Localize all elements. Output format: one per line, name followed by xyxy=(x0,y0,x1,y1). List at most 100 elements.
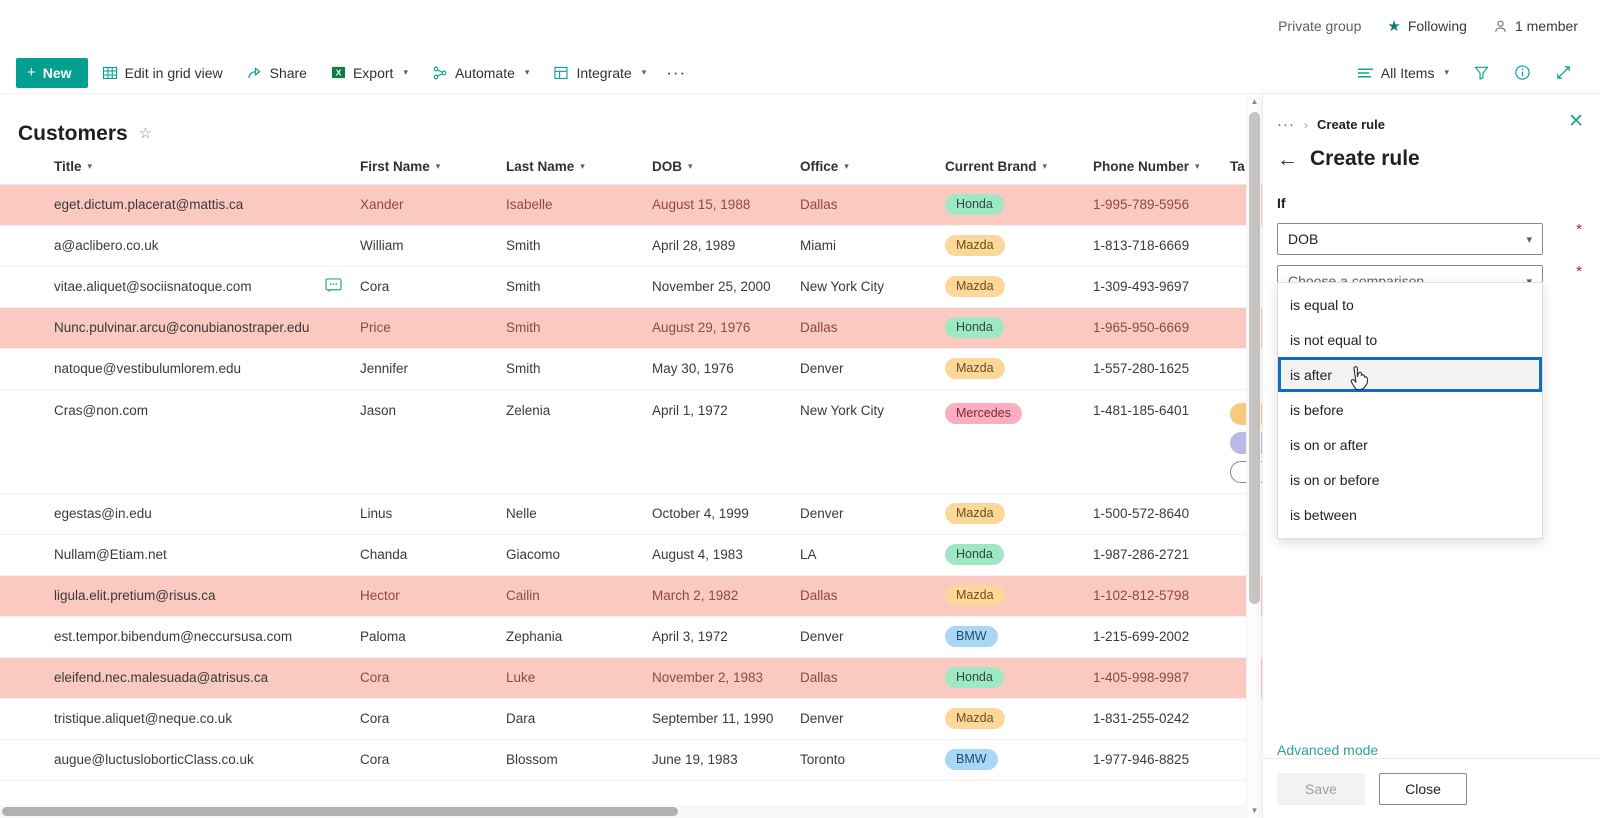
new-button[interactable]: + New xyxy=(16,57,88,88)
cell-title[interactable]: a@aclibero.co.uk xyxy=(54,225,360,267)
list-horizontal-scrollbar[interactable] xyxy=(0,805,1246,818)
members-button[interactable]: 1 member xyxy=(1493,18,1578,34)
brand-pill: Honda xyxy=(945,194,1004,215)
cell-title[interactable]: Nunc.pulvinar.arcu@conubianostraper.edu xyxy=(54,307,360,349)
cell-first-name: Xander xyxy=(360,184,506,226)
favorite-star-icon[interactable]: ☆ xyxy=(139,126,152,141)
column-header-phone-number-label: Phone Number xyxy=(1093,158,1190,174)
edit-in-grid-view-button[interactable]: Edit in grid view xyxy=(92,56,233,90)
cell-phone-number: 1-405-998-9987 xyxy=(1093,657,1230,699)
close-button[interactable]: Close xyxy=(1379,772,1467,805)
column-header-last-name[interactable]: Last Name ▾ xyxy=(506,146,652,185)
share-icon xyxy=(247,65,263,81)
cell-title[interactable]: natoque@vestibulumlorem.edu xyxy=(54,348,360,390)
comparison-option-is-between[interactable]: is between xyxy=(1278,497,1542,532)
cell-title[interactable]: est.tempor.bibendum@neccursusa.com xyxy=(54,616,360,658)
cell-title[interactable]: augue@luctusloborticClass.co.uk xyxy=(54,739,360,781)
following-label: Following xyxy=(1407,18,1467,34)
breadcrumb-current-item[interactable]: Create rule xyxy=(1317,117,1385,132)
cell-current-brand: BMW xyxy=(945,616,1093,658)
scroll-up-arrow-icon[interactable]: ▲ xyxy=(1247,94,1262,109)
table-row[interactable]: a@aclibero.co.uk William Smith April 28, 19… xyxy=(0,225,1262,267)
table-row[interactable]: tristique.aliquet@neque.co.uk Cora Dara Sep… xyxy=(0,698,1262,740)
column-header-current-brand[interactable]: Current Brand ▾ xyxy=(945,146,1093,185)
comparison-dropdown-list[interactable]: is equal to is not equal to is after is bef… xyxy=(1277,282,1543,539)
row-spacer-cell xyxy=(0,266,54,308)
export-button[interactable]: X Export ▾ xyxy=(321,56,418,90)
excel-export-icon: X xyxy=(331,65,346,80)
comparison-option-is-before[interactable]: is before xyxy=(1278,392,1542,427)
table-row[interactable]: eleifend.nec.malesuada@atrisus.ca Cora Luk… xyxy=(0,657,1262,699)
table-row[interactable]: augue@luctusloborticClass.co.uk Cora Bloss… xyxy=(0,739,1262,781)
cell-current-brand: Mazda xyxy=(945,266,1093,308)
advanced-mode-link[interactable]: Advanced mode xyxy=(1277,742,1378,758)
vertical-scrollbar-thumb[interactable] xyxy=(1249,112,1260,604)
cell-title-text: Cras@non.com xyxy=(54,402,148,418)
cell-office: LA xyxy=(800,534,945,576)
cell-last-name: Cailin xyxy=(506,575,652,617)
column-header-phone-number[interactable]: Phone Number ▾ xyxy=(1093,146,1230,185)
cell-title[interactable]: Nullam@Etiam.net xyxy=(54,534,360,576)
cell-title[interactable]: egestas@in.edu xyxy=(54,493,360,535)
cell-last-name: Nelle xyxy=(506,493,652,535)
cell-title[interactable]: vitae.aliquet@sociisnatoque.com xyxy=(54,266,360,308)
brand-pill: Honda xyxy=(945,544,1004,565)
comparison-option-is-on-or-after[interactable]: is on or after xyxy=(1278,427,1542,462)
details-info-button[interactable] xyxy=(1504,56,1541,90)
column-header-title[interactable]: Title ▾ xyxy=(54,146,360,185)
brand-pill: Honda xyxy=(945,667,1004,688)
cell-current-brand: Honda xyxy=(945,184,1093,226)
comparison-option-is-not-equal-to[interactable]: is not equal to xyxy=(1278,322,1542,357)
column-header-office[interactable]: Office ▾ xyxy=(800,146,945,185)
cell-office: Dallas xyxy=(800,307,945,349)
table-row[interactable]: natoque@vestibulumlorem.edu Jennifer Smith… xyxy=(0,348,1262,390)
comparison-option-is-equal-to[interactable]: is equal to xyxy=(1278,287,1542,322)
close-panel-icon[interactable]: ✕ xyxy=(1568,112,1584,131)
view-selector-button[interactable]: All Items ▾ xyxy=(1347,56,1459,90)
save-button[interactable]: Save xyxy=(1277,772,1365,805)
column-header-first-name[interactable]: First Name ▾ xyxy=(360,146,506,185)
comparison-option-is-after[interactable]: is after xyxy=(1278,357,1542,392)
chevron-down-icon: ▾ xyxy=(641,67,647,77)
table-row[interactable]: vitae.aliquet@sociisnatoque.com Cora Smith… xyxy=(0,266,1262,308)
cell-title[interactable]: eleifend.nec.malesuada@atrisus.ca xyxy=(54,657,360,699)
table-row[interactable]: eget.dictum.placerat@mattis.ca Xander Isab… xyxy=(0,184,1262,226)
cell-title[interactable]: ligula.elit.pretium@risus.ca xyxy=(54,575,360,617)
cell-title[interactable]: Cras@non.com xyxy=(54,389,360,494)
cell-last-name: Smith xyxy=(506,307,652,349)
more-commands-button[interactable]: ··· xyxy=(656,63,696,83)
integrate-button[interactable]: Integrate ▾ xyxy=(543,56,656,90)
back-arrow-icon[interactable]: ← xyxy=(1277,149,1298,170)
list-vertical-scrollbar[interactable]: ▲ ▼ xyxy=(1246,94,1261,818)
column-header-current-brand-label: Current Brand xyxy=(945,158,1037,174)
cell-title-text: est.tempor.bibendum@neccursusa.com xyxy=(54,629,293,644)
column-header-first-name-label: First Name xyxy=(360,158,430,174)
table-row[interactable]: ligula.elit.pretium@risus.ca Hector Cailin… xyxy=(0,575,1262,617)
share-button[interactable]: Share xyxy=(237,56,317,90)
page-title: Customers xyxy=(18,121,128,145)
comment-bubble-icon[interactable] xyxy=(325,277,342,296)
table-row[interactable]: Nunc.pulvinar.arcu@conubianostraper.edu P… xyxy=(0,307,1262,349)
expand-fullscreen-button[interactable] xyxy=(1545,56,1582,90)
horizontal-scrollbar-thumb[interactable] xyxy=(2,807,678,816)
column-select[interactable]: DOB ▾ xyxy=(1277,223,1543,255)
cell-dob: April 3, 1972 xyxy=(652,616,800,658)
cell-first-name: Cora xyxy=(360,266,506,308)
comparison-option-is-on-or-before[interactable]: is on or before xyxy=(1278,462,1542,497)
cell-phone-number: 1-977-946-8825 xyxy=(1093,739,1230,781)
table-row[interactable]: Cras@non.com Jason Zelenia April 1, 1972 New… xyxy=(0,389,1262,494)
automate-button[interactable]: Automate ▾ xyxy=(422,56,539,90)
breadcrumb: ··· › Create rule xyxy=(1263,94,1600,133)
table-row[interactable]: egestas@in.edu Linus Nelle October 4, 1999 D… xyxy=(0,493,1262,535)
table-row[interactable]: Nullam@Etiam.net Chanda Giacomo August 4, 1… xyxy=(0,534,1262,576)
scroll-down-arrow-icon[interactable]: ▼ xyxy=(1247,803,1262,818)
cell-title[interactable]: eget.dictum.placerat@mattis.ca xyxy=(54,184,360,226)
cell-title[interactable]: tristique.aliquet@neque.co.uk xyxy=(54,698,360,740)
following-button[interactable]: ★ Following xyxy=(1387,18,1467,34)
comparison-option-label: is after xyxy=(1290,366,1333,383)
table-row[interactable]: est.tempor.bibendum@neccursusa.com Paloma… xyxy=(0,616,1262,658)
breadcrumb-overflow-button[interactable]: ··· xyxy=(1277,116,1295,133)
filter-button[interactable] xyxy=(1463,56,1500,90)
column-header-dob[interactable]: DOB ▾ xyxy=(652,146,800,185)
comparison-option-label: is before xyxy=(1290,401,1344,418)
